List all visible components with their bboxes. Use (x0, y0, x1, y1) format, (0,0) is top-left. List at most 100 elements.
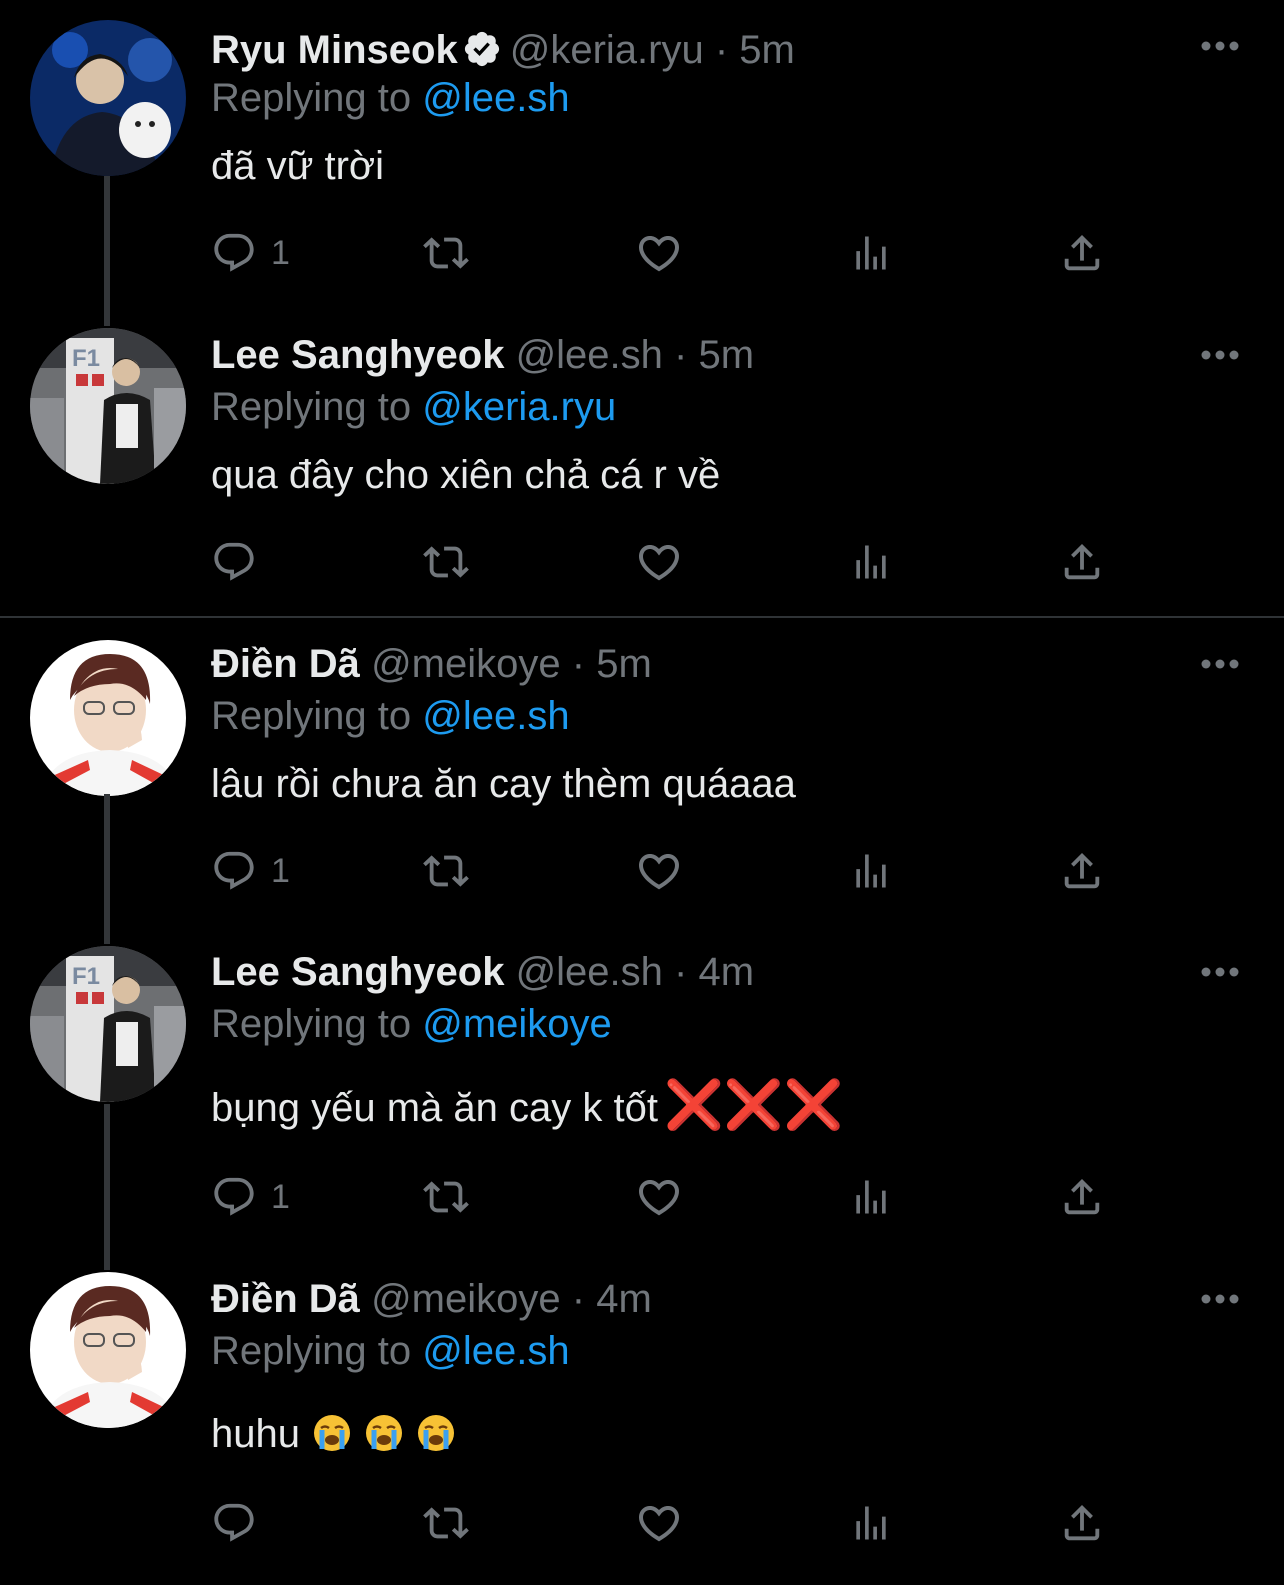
avatar[interactable] (30, 20, 186, 176)
retweet-button[interactable] (419, 535, 473, 589)
share-button[interactable] (1059, 535, 1105, 589)
display-name[interactable]: Lee Sanghyeok (211, 333, 504, 377)
handle[interactable]: @meikoye (371, 1277, 561, 1321)
mention-link[interactable]: @meikoye (422, 1002, 612, 1046)
tweet-text-body: bụng yếu mà ăn cay k tốt (211, 1086, 658, 1130)
separator-dot: · (571, 1277, 586, 1321)
meiko-avatar-image (30, 1272, 186, 1428)
retweet-button[interactable] (419, 1170, 473, 1224)
reply-button[interactable]: 1 (211, 1170, 290, 1224)
share-icon (1064, 543, 1100, 580)
more-icon[interactable] (1200, 964, 1240, 980)
tweet-text: bụng yếu mà ăn cay k tốt ❌❌❌ (211, 1082, 843, 1132)
avatar[interactable] (30, 1272, 186, 1428)
retweet-button[interactable] (419, 1496, 473, 1550)
thread-line (104, 176, 110, 326)
separator-dot: · (571, 642, 586, 686)
like-icon (638, 236, 680, 272)
retweet-button[interactable] (419, 226, 473, 280)
display-name[interactable]: Ryu Minseok (211, 28, 458, 72)
mention-link[interactable]: @lee.sh (422, 694, 569, 738)
views-button[interactable] (849, 535, 893, 589)
action-bar (211, 535, 1111, 589)
meiko-avatar-image (30, 640, 186, 796)
replying-to: Replying to @lee.sh (211, 74, 570, 122)
like-button[interactable] (635, 1496, 683, 1550)
replying-to: Replying to @lee.sh (211, 692, 570, 740)
reply-button[interactable]: 1 (211, 844, 290, 898)
replying-to: Replying to @meikoye (211, 1000, 612, 1048)
retweet-icon (423, 546, 469, 578)
like-button[interactable] (635, 844, 683, 898)
views-icon (856, 1506, 886, 1540)
timestamp[interactable]: 4m (698, 950, 754, 994)
tweet-text: qua đây cho xiên chả cá r về (211, 453, 721, 497)
retweet-icon (423, 237, 469, 269)
separator-dot: · (674, 333, 688, 377)
handle[interactable]: @lee.sh (516, 333, 663, 377)
mention-link[interactable]: @lee.sh (422, 76, 569, 120)
like-button[interactable] (635, 1170, 683, 1224)
views-button[interactable] (849, 1170, 893, 1224)
loudly-crying-face-icon (312, 1413, 352, 1453)
share-icon (1064, 852, 1100, 889)
faker-avatar-image: F1 (30, 946, 186, 1102)
retweet-icon (423, 855, 469, 887)
like-icon (638, 1180, 680, 1216)
handle[interactable]: @keria.ryu (510, 28, 704, 72)
display-name[interactable]: Điền Dã (211, 642, 360, 686)
display-name[interactable]: Lee Sanghyeok (211, 950, 504, 994)
action-bar (211, 1496, 1111, 1550)
separator-dot: · (714, 28, 729, 72)
loudly-crying-face-icon (364, 1413, 404, 1453)
timestamp[interactable]: 5m (739, 28, 795, 72)
display-name[interactable]: Điền Dã (211, 1277, 360, 1321)
handle[interactable]: @lee.sh (516, 950, 663, 994)
handle[interactable]: @meikoye (371, 642, 561, 686)
reply-icon (214, 851, 254, 890)
separator-dot: · (674, 950, 688, 994)
timestamp[interactable]: 5m (698, 333, 754, 377)
reply-icon (214, 1503, 254, 1542)
reply-button[interactable] (211, 535, 271, 589)
faker-avatar-image: F1 (30, 328, 186, 484)
views-icon (856, 1180, 886, 1214)
svg-text:F1: F1 (72, 345, 100, 372)
views-button[interactable] (849, 226, 893, 280)
timestamp[interactable]: 4m (596, 1277, 652, 1321)
retweet-icon (423, 1507, 469, 1539)
more-icon[interactable] (1200, 38, 1240, 54)
avatar[interactable]: F1 (30, 946, 186, 1102)
action-bar: 1 (211, 226, 1111, 280)
share-button[interactable] (1059, 844, 1105, 898)
mention-link[interactable]: @lee.sh (422, 1329, 569, 1373)
reply-button[interactable]: 1 (211, 226, 290, 280)
more-icon[interactable] (1200, 1291, 1240, 1307)
timestamp[interactable]: 5m (596, 642, 652, 686)
retweet-button[interactable] (419, 844, 473, 898)
more-icon[interactable] (1200, 656, 1240, 672)
avatar[interactable]: F1 (30, 328, 186, 484)
more-icon[interactable] (1200, 347, 1240, 363)
reply-count: 1 (271, 1177, 290, 1216)
action-bar: 1 (211, 1170, 1111, 1224)
share-button[interactable] (1059, 226, 1105, 280)
tweet-header: Lee Sanghyeok @lee.sh · 5m (211, 331, 754, 379)
mention-link[interactable]: @keria.ryu (422, 385, 616, 429)
share-button[interactable] (1059, 1496, 1105, 1550)
views-button[interactable] (849, 844, 893, 898)
like-button[interactable] (635, 226, 683, 280)
replying-to-label: Replying to (211, 1329, 412, 1373)
views-button[interactable] (849, 1496, 893, 1550)
share-button[interactable] (1059, 1170, 1105, 1224)
verified-badge-icon (462, 29, 502, 80)
reply-button[interactable] (211, 1496, 271, 1550)
thread-line (104, 1104, 110, 1270)
replying-to: Replying to @lee.sh (211, 1327, 570, 1375)
views-icon (856, 854, 886, 888)
tweet-header: Điền Dã @meikoye · 5m (211, 640, 652, 688)
like-button[interactable] (635, 535, 683, 589)
thread-line (104, 794, 110, 944)
tweet-header: Điền Dã @meikoye · 4m (211, 1275, 652, 1323)
avatar[interactable] (30, 640, 186, 796)
